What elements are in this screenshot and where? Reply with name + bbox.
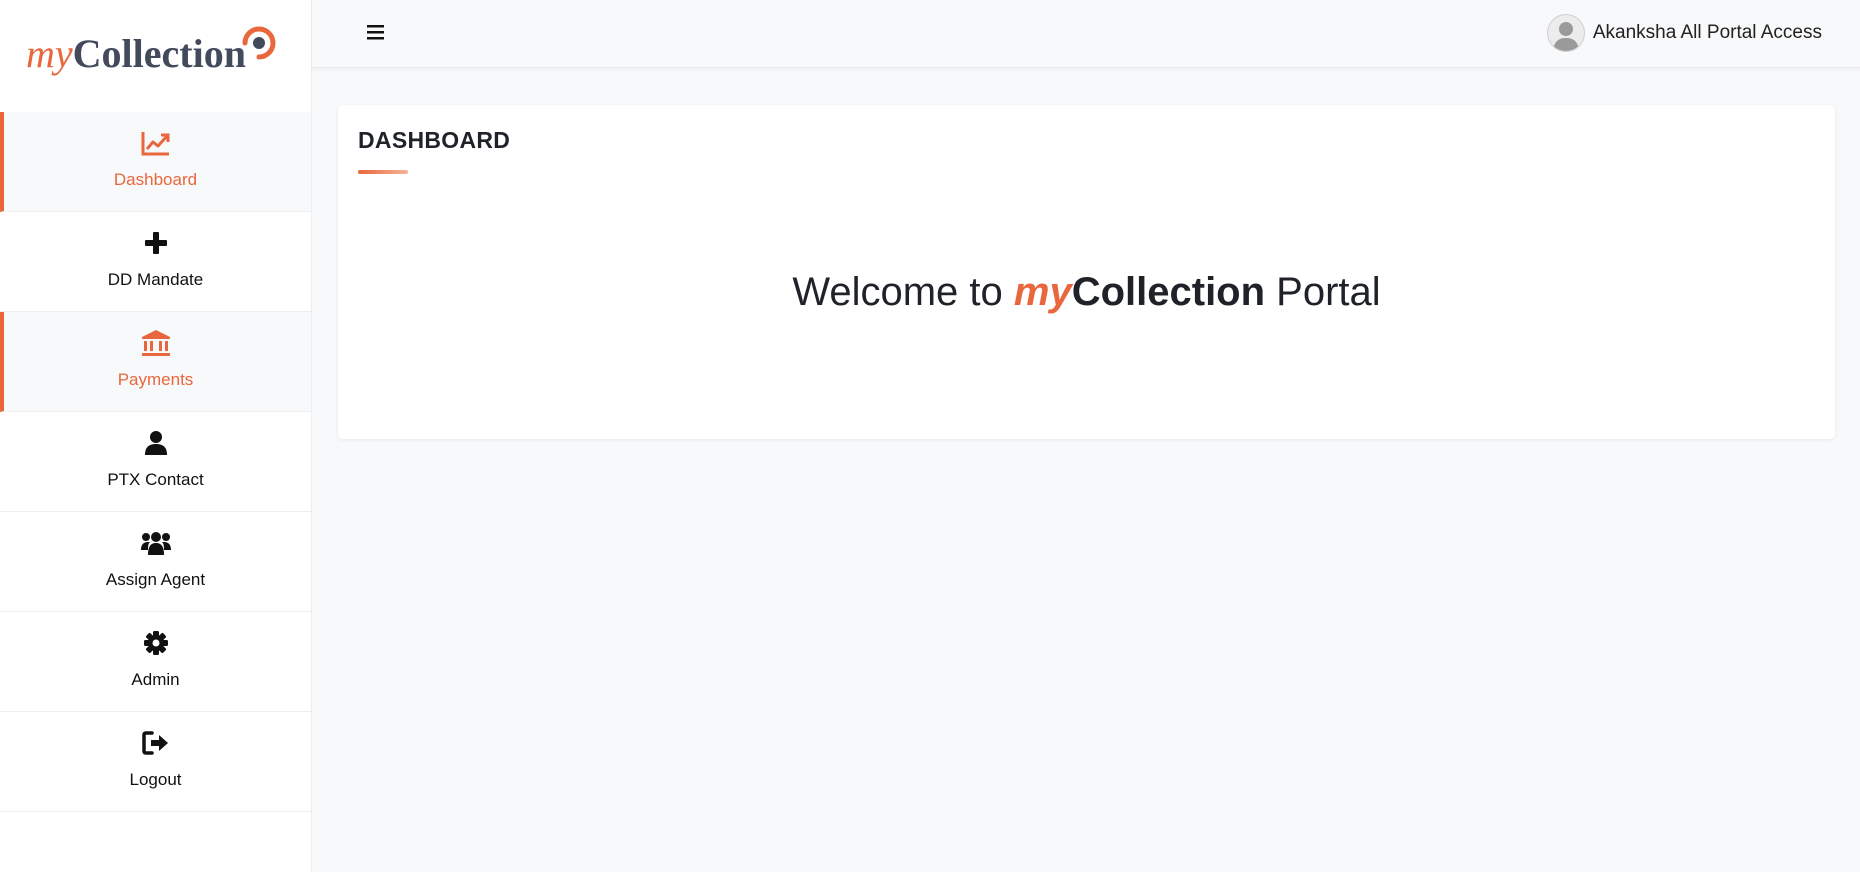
welcome-collection: Collection <box>1071 270 1266 314</box>
sidebar-item-dashboard[interactable]: Dashboard <box>0 112 311 212</box>
top-bar: Akanksha All Portal Access <box>312 0 1860 68</box>
sidebar-item-dd-mandate[interactable]: DD Mandate <box>0 212 311 312</box>
sidebar-item-payments[interactable]: Payments <box>0 312 311 412</box>
users-icon <box>0 528 311 558</box>
sidebar: myCollection Dashboard DD Mandate Paymen… <box>0 0 312 872</box>
logo-my: my <box>26 31 73 76</box>
avatar <box>1546 14 1585 52</box>
user-icon <box>0 428 311 458</box>
page-title: DASHBOARD <box>358 127 511 153</box>
title-underline <box>358 170 408 174</box>
dashboard-card: DASHBOARD Welcome to myCollection Portal <box>338 105 1835 439</box>
sidebar-item-label: Logout <box>129 770 182 789</box>
plus-icon <box>0 228 311 258</box>
sidebar-item-admin[interactable]: Admin <box>0 612 311 712</box>
welcome-my: my <box>1013 270 1072 314</box>
logo-text: myCollection <box>26 30 246 78</box>
bank-icon <box>0 328 311 358</box>
logo-collection: Collection <box>72 31 246 76</box>
sidebar-item-assign-agent[interactable]: Assign Agent <box>0 512 311 612</box>
sidebar-item-label: PTX Contact <box>107 470 204 489</box>
sidebar-item-label: Assign Agent <box>105 570 206 589</box>
logo-mark-icon <box>242 26 276 60</box>
chart-line-icon <box>0 128 311 158</box>
welcome-message: Welcome to myCollection Portal <box>338 270 1835 315</box>
sidebar-item-ptx-contact[interactable]: PTX Contact <box>0 412 311 512</box>
welcome-prefix: Welcome to <box>792 270 1014 314</box>
logo[interactable]: myCollection <box>0 0 311 112</box>
sidebar-item-label: Admin <box>131 670 180 689</box>
hamburger-icon[interactable] <box>366 23 386 43</box>
sidebar-item-label: Dashboard <box>113 170 198 189</box>
sidebar-item-logout[interactable]: Logout <box>0 712 311 812</box>
sign-out-icon <box>0 728 311 758</box>
sidebar-item-label: Payments <box>117 370 194 389</box>
user-menu[interactable]: Akanksha All Portal Access <box>1546 14 1822 52</box>
user-name: Akanksha All Portal Access <box>1592 22 1822 43</box>
welcome-suffix: Portal <box>1265 270 1381 314</box>
sidebar-item-label: DD Mandate <box>107 270 204 289</box>
gear-icon <box>0 628 311 658</box>
